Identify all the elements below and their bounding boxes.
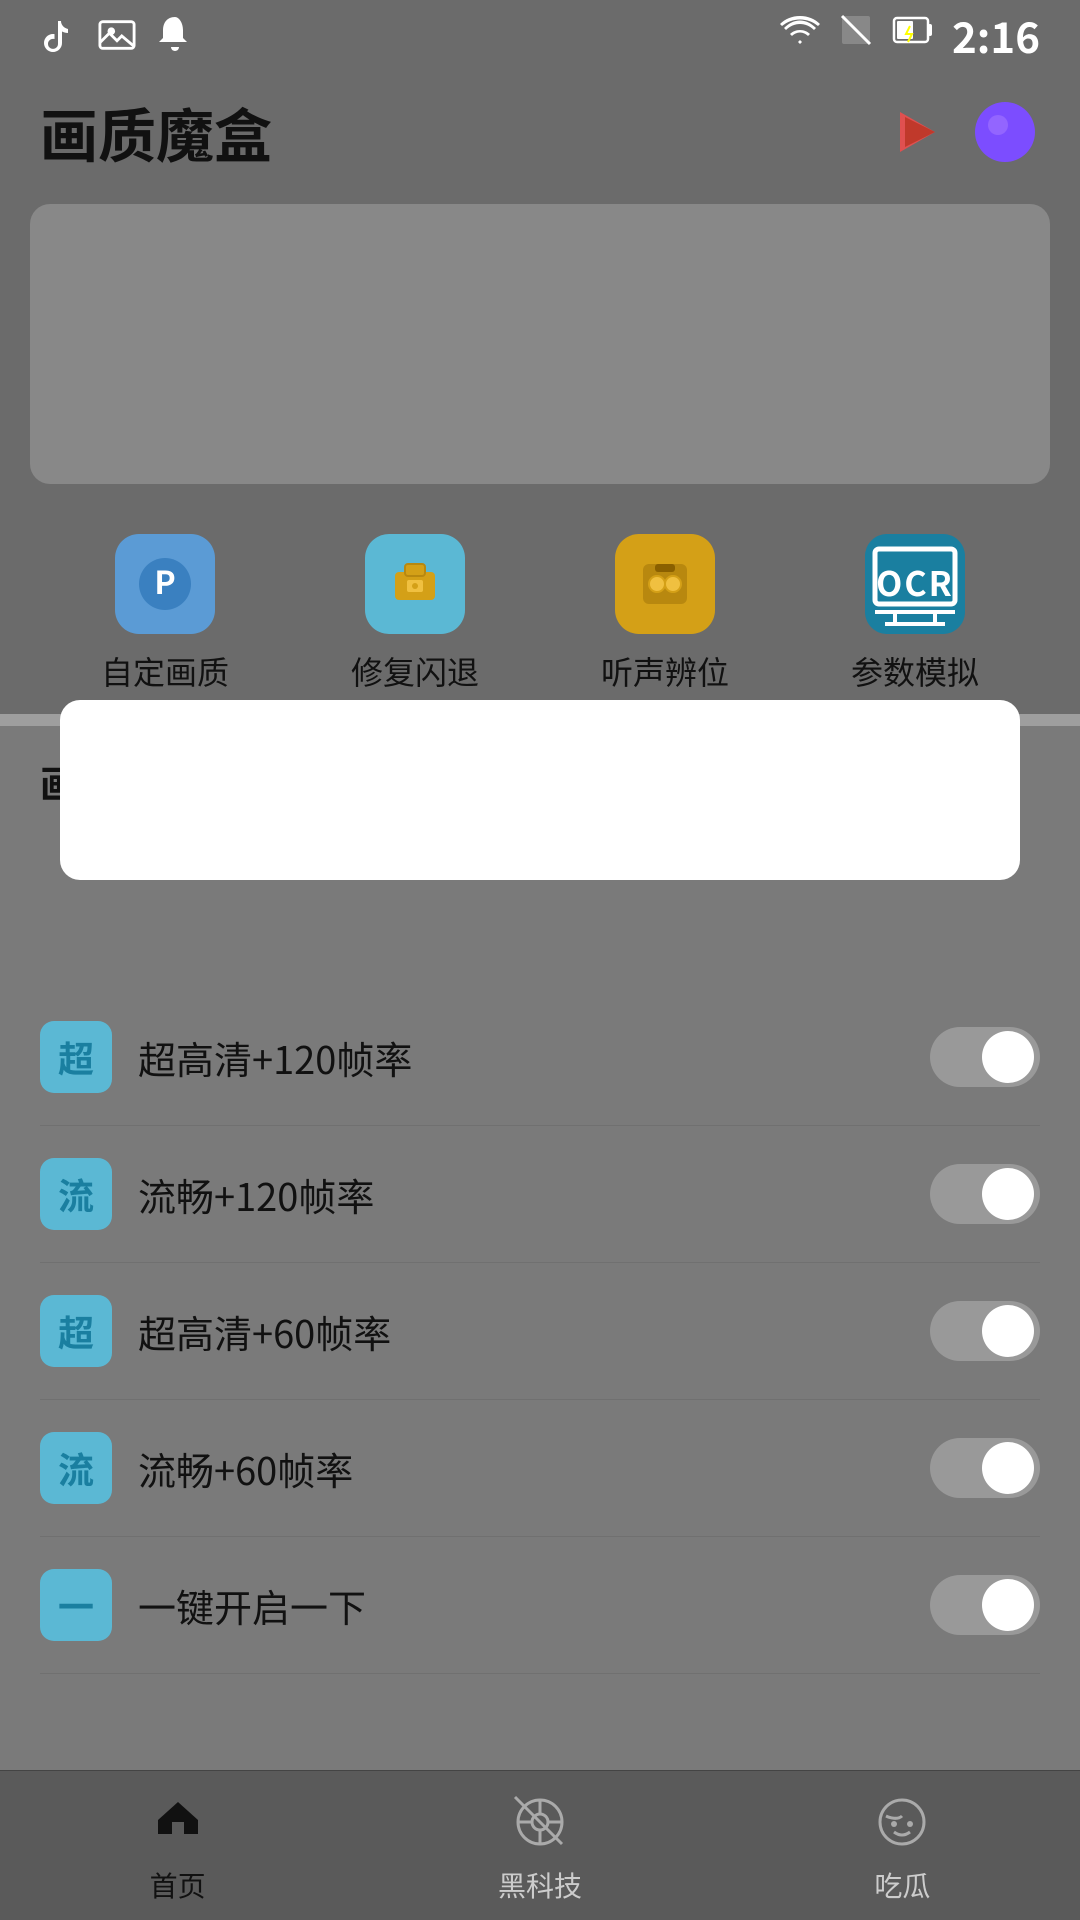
nav-home[interactable]: 首页 (143, 1787, 213, 1905)
wifi-icon (780, 12, 820, 58)
ultra-hd-60-label: 超高清+60帧率 (138, 1304, 930, 1359)
svg-text:P: P (154, 558, 175, 604)
sound-locate-label: 听声辨位 (601, 648, 729, 694)
smooth-120-badge: 流 (40, 1158, 112, 1230)
fix-crash-icon (365, 534, 465, 634)
status-icons-left (40, 16, 194, 54)
custom-quality-icon: P (115, 534, 215, 634)
header-actions (880, 97, 1040, 167)
smooth-120-label: 流畅+120帧率 (138, 1167, 930, 1222)
black-tech-label: 黑科技 (498, 1865, 582, 1905)
ultra-hd-60-toggle[interactable] (930, 1301, 1040, 1361)
smooth-60-badge: 流 (40, 1432, 112, 1504)
setting-ultra-hd-60[interactable]: 超 超高清+60帧率 (40, 1263, 1040, 1400)
feature-row: P 自定画质 修复闪退 听声辨位 (0, 494, 1080, 714)
black-tech-icon (505, 1787, 575, 1857)
feature-custom-quality[interactable]: P 自定画质 (101, 534, 229, 694)
photo-icon (98, 16, 136, 54)
feature-param-sim[interactable]: OCR 参数模拟 (851, 534, 979, 694)
eat-melon-icon (867, 1787, 937, 1857)
custom-quality-label: 自定画质 (101, 648, 229, 694)
ultra-hd-120-toggle[interactable] (930, 1027, 1040, 1087)
white-overlay-card (60, 700, 1020, 880)
ultra-hd-60-badge: 超 (40, 1295, 112, 1367)
param-sim-label: 参数模拟 (851, 648, 979, 694)
setting-all-open[interactable]: 一 一键开启一下 (40, 1537, 1040, 1674)
svg-text:OCR: OCR (876, 557, 954, 606)
ultra-hd-120-label: 超高清+120帧率 (138, 1030, 930, 1085)
settings-area: 画质修改 超 超高清+120帧率 流 流畅+120帧率 超 超高清+60帧率 流… (0, 726, 1080, 1834)
tiktok-icon (40, 16, 78, 54)
all-open-toggle[interactable] (930, 1575, 1040, 1635)
eat-melon-label: 吃瓜 (874, 1865, 930, 1905)
smooth-120-toggle[interactable] (930, 1164, 1040, 1224)
status-icons-right: 2:16 (780, 5, 1040, 66)
all-open-badge: 一 (40, 1569, 112, 1641)
ultra-hd-120-badge: 超 (40, 1021, 112, 1093)
setting-ultra-hd-120[interactable]: 超 超高清+120帧率 (40, 989, 1040, 1126)
fix-crash-label: 修复闪退 (351, 648, 479, 694)
battery-icon (892, 12, 934, 58)
banner-area (30, 204, 1050, 484)
param-sim-icon: OCR (865, 534, 965, 634)
all-open-label: 一键开启一下 (138, 1578, 930, 1633)
smooth-60-label: 流畅+60帧率 (138, 1441, 930, 1496)
nav-eat-melon[interactable]: 吃瓜 (867, 1787, 937, 1905)
smooth-60-toggle[interactable] (930, 1438, 1040, 1498)
sound-locate-icon (615, 534, 715, 634)
sim-icon (838, 12, 874, 58)
feature-sound-locate[interactable]: 听声辨位 (601, 534, 729, 694)
bell-icon (156, 16, 194, 54)
app-header: 画质魔盒 (0, 70, 1080, 194)
nav-black-tech[interactable]: 黑科技 (498, 1787, 582, 1905)
play-button[interactable] (880, 97, 950, 167)
setting-smooth-60[interactable]: 流 流畅+60帧率 (40, 1400, 1040, 1537)
home-label: 首页 (150, 1865, 206, 1905)
status-time: 2:16 (952, 5, 1040, 66)
home-icon (143, 1787, 213, 1857)
feature-fix-crash[interactable]: 修复闪退 (351, 534, 479, 694)
app-title: 画质魔盒 (40, 90, 272, 174)
setting-smooth-120[interactable]: 流 流畅+120帧率 (40, 1126, 1040, 1263)
profile-button[interactable] (970, 97, 1040, 167)
bottom-nav: 首页 黑科技 吃瓜 (0, 1770, 1080, 1920)
status-bar: 2:16 (0, 0, 1080, 70)
